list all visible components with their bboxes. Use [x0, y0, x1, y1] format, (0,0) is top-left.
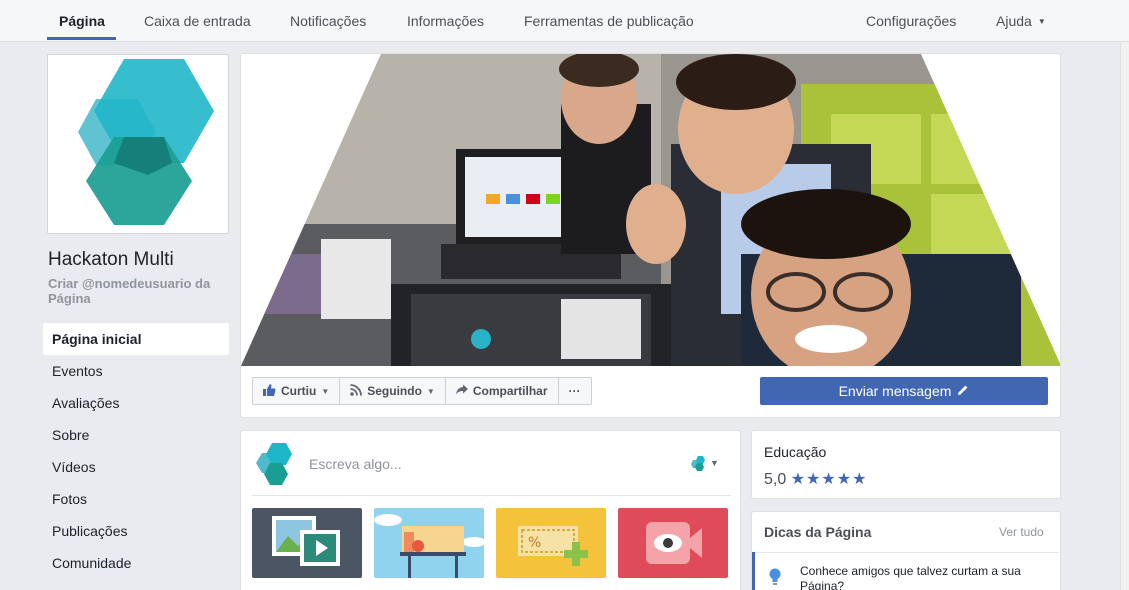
- share-button[interactable]: Compartilhar: [444, 377, 559, 405]
- send-message-label: Enviar mensagem: [838, 383, 952, 399]
- coupon-icon: %: [518, 526, 588, 566]
- share-label: Compartilhar: [472, 384, 548, 398]
- svg-text:%: %: [528, 535, 541, 551]
- photo-video-tile[interactable]: [252, 508, 362, 578]
- tab-publishing-tools[interactable]: Ferramentas de publicação: [524, 0, 694, 42]
- settings-link[interactable]: Configurações: [866, 0, 956, 42]
- post-as-selector[interactable]: ▼: [690, 455, 719, 471]
- rating-stars: ★★★★★: [790, 471, 868, 488]
- cover-area: [240, 53, 1061, 418]
- send-message-button[interactable]: Enviar mensagem: [760, 377, 1048, 405]
- sidebar-item-events[interactable]: Eventos: [43, 355, 229, 387]
- profile-picture[interactable]: [47, 54, 229, 234]
- sidebar-item-community[interactable]: Comunidade: [43, 547, 229, 579]
- video-camera-icon: [646, 522, 702, 564]
- hexagon-logo: [78, 59, 214, 225]
- sidebar-item-home[interactable]: Página inicial: [43, 323, 229, 355]
- page-sidebar-nav: Página inicial Eventos Avaliações Sobre …: [43, 323, 229, 579]
- composer-input[interactable]: Escreva algo...: [309, 456, 402, 472]
- pencil-icon: [957, 383, 969, 399]
- following-label: Seguindo: [367, 384, 422, 398]
- chevron-down-icon: ▼: [1037, 17, 1046, 26]
- page-title[interactable]: Hackaton Multi: [48, 249, 174, 271]
- chevron-down-icon: ▼: [426, 386, 435, 396]
- like-icon: [263, 383, 276, 399]
- photo-video-icon: [272, 516, 340, 566]
- help-menu[interactable]: Ajuda ▼: [996, 0, 1046, 42]
- sidebar-item-reviews[interactable]: Avaliações: [43, 387, 229, 419]
- category-card: Educação 5,0 ★★★★★: [751, 430, 1061, 499]
- liked-button[interactable]: Curtiu ▼: [252, 377, 341, 405]
- see-all-link[interactable]: Ver tudo: [999, 525, 1044, 539]
- tips-title: Dicas da Página: [764, 524, 872, 540]
- chevron-down-icon: ▼: [321, 386, 330, 396]
- following-button[interactable]: Seguindo ▼: [339, 377, 446, 405]
- liked-label: Curtiu: [281, 384, 317, 398]
- tip-text[interactable]: Conhece amigos que talvez curtam a sua P…: [800, 564, 1040, 590]
- sidebar-item-photos[interactable]: Fotos: [43, 483, 229, 515]
- offer-tile[interactable]: [374, 508, 484, 578]
- page-top-nav: Página Caixa de entrada Notificações Inf…: [0, 0, 1129, 42]
- help-label: Ajuda: [996, 13, 1032, 29]
- category-label[interactable]: Educação: [764, 444, 826, 460]
- page-avatar: [256, 443, 292, 485]
- active-tab-indicator: [47, 37, 116, 40]
- more-label: ···: [568, 384, 581, 398]
- rss-icon: [350, 383, 363, 399]
- sidebar-item-videos[interactable]: Vídeos: [43, 451, 229, 483]
- page-scrollbar[interactable]: [1120, 42, 1129, 590]
- page-tips-card: Dicas da Página Ver tudo Conhece amigos …: [751, 511, 1061, 590]
- more-button[interactable]: ···: [557, 377, 592, 405]
- chevron-down-icon: ▼: [710, 458, 719, 468]
- rating-display[interactable]: 5,0 ★★★★★: [764, 469, 867, 489]
- sidebar-item-posts[interactable]: Publicações: [43, 515, 229, 547]
- tab-pagina[interactable]: Página: [59, 0, 105, 42]
- table-icon: [374, 514, 484, 578]
- bulb-icon: [768, 568, 782, 589]
- tip-highlight-bar: [752, 552, 755, 590]
- share-icon: [455, 384, 468, 398]
- rating-value: 5,0: [764, 471, 787, 488]
- cover-photo[interactable]: [241, 54, 1061, 366]
- discount-tile[interactable]: %: [496, 508, 606, 578]
- sidebar-item-about[interactable]: Sobre: [43, 419, 229, 451]
- composer-divider: [252, 495, 731, 496]
- tab-notifications[interactable]: Notificações: [290, 0, 366, 42]
- live-video-tile[interactable]: [618, 508, 728, 578]
- tips-divider: [752, 552, 1059, 553]
- tab-inbox[interactable]: Caixa de entrada: [144, 0, 251, 42]
- create-username-link[interactable]: Criar @nomedeusuario da Página: [48, 276, 238, 306]
- page-avatar-icon: [691, 456, 705, 471]
- post-composer: Escreva algo... ▼ %: [240, 430, 741, 590]
- page-actions: Curtiu ▼ Seguindo ▼ Compartilhar ···: [252, 377, 592, 405]
- tab-insights[interactable]: Informações: [407, 0, 484, 42]
